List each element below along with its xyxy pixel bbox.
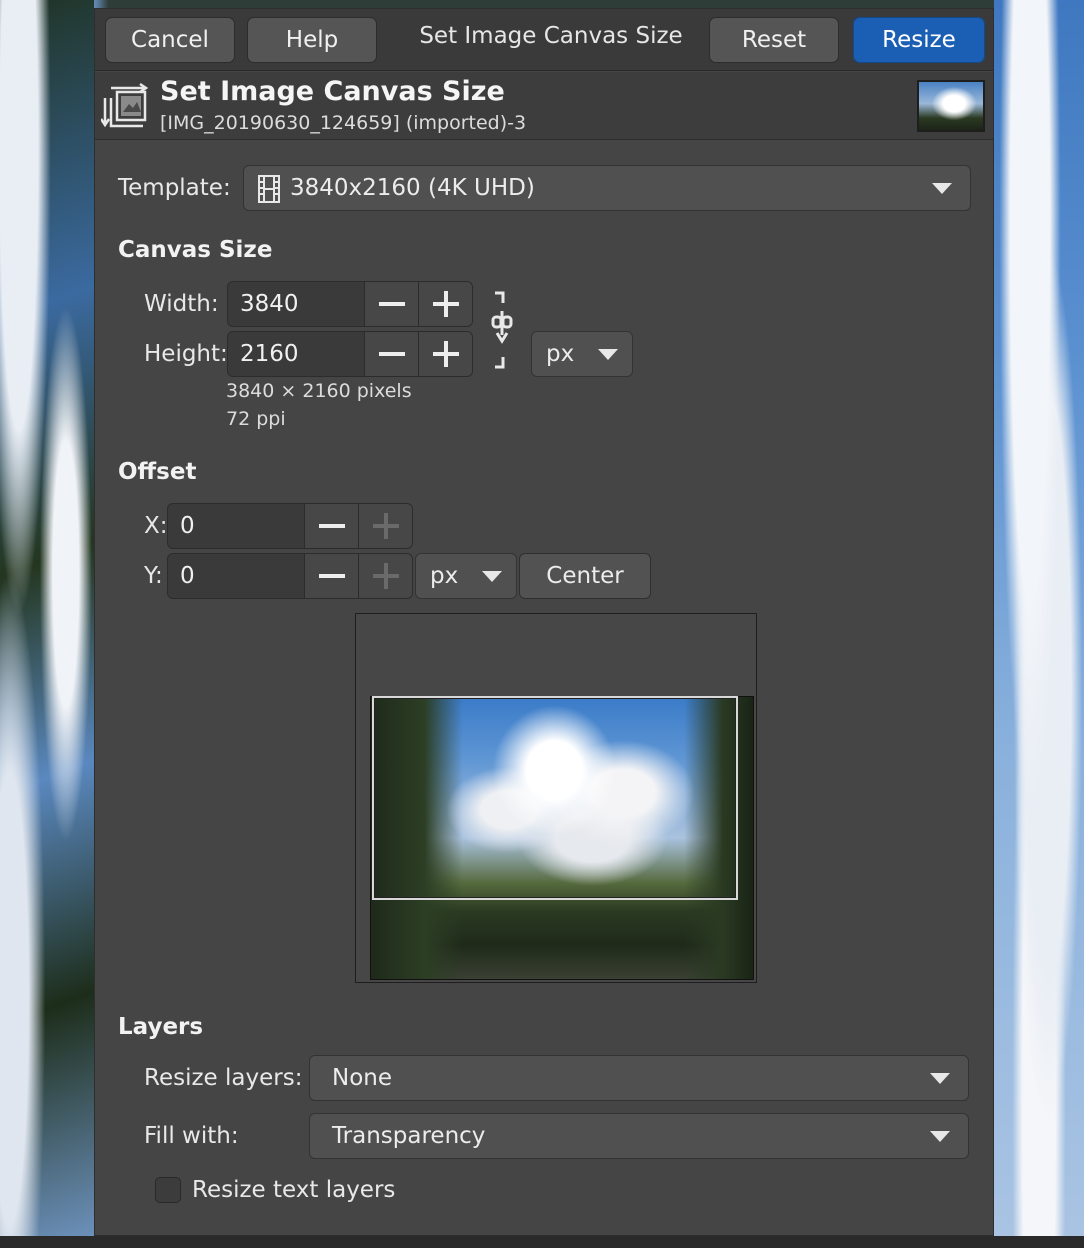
width-input[interactable]: 3840 [228,282,364,326]
dialog-header-bar: Cancel Help Set Image Canvas Size Reset … [95,9,993,71]
template-combo[interactable]: 3840x2160 (4K UHD) [243,165,971,211]
desktop-background-right [994,0,1084,1248]
canvas-unit-value: px [546,341,575,367]
fill-with-label: Fill with: [144,1123,239,1149]
canvas-unit-combo[interactable]: px [531,331,633,377]
offset-x-label: X: [144,513,168,539]
offset-x-spinner: 0 [167,503,413,549]
height-increase-button[interactable] [418,332,472,376]
offset-y-decrease-button[interactable] [304,554,358,598]
chevron-down-icon [930,1131,950,1142]
help-button[interactable]: Help [247,17,377,63]
image-name: [IMG_20190630_124659] (imported)-3 [160,112,527,134]
image-thumbnail [917,80,985,132]
offset-unit-value: px [430,563,459,589]
offset-y-label: Y: [144,563,163,589]
template-label: Template: [118,175,231,201]
chevron-down-icon [598,349,618,360]
chevron-down-icon [930,1073,950,1084]
film-icon [258,175,280,203]
resize-text-layers-label[interactable]: Resize text layers [192,1177,395,1203]
dialog-info-row: Set Image Canvas Size [IMG_20190630_1246… [95,72,993,140]
pixels-info: 3840 × 2160 pixels [226,380,412,402]
dialog-heading: Set Image Canvas Size [160,76,505,107]
width-label: Width: [144,291,219,317]
offset-x-increase-button[interactable] [358,504,412,548]
chain-link-icon[interactable] [489,289,515,371]
width-spinner: 3840 [227,281,473,327]
fill-with-combo[interactable]: Transparency [309,1113,969,1159]
cancel-button[interactable]: Cancel [105,17,235,63]
height-input[interactable]: 2160 [228,332,364,376]
height-decrease-button[interactable] [364,332,418,376]
offset-y-input[interactable]: 0 [168,554,304,598]
offset-x-decrease-button[interactable] [304,504,358,548]
desktop-bottom-bar [0,1236,1084,1248]
height-label: Height: [144,341,228,367]
resize-button[interactable]: Resize [853,17,985,63]
fill-with-value: Transparency [332,1123,486,1149]
window-title: Set Image Canvas Size [419,23,683,49]
offset-y-spinner: 0 [167,553,413,599]
desktop-background-left [0,0,94,1248]
chevron-down-icon [932,183,952,194]
offset-preview[interactable] [355,613,757,983]
resize-layers-value: None [332,1065,393,1091]
layers-heading: Layers [118,1014,204,1040]
canvas-size-heading: Canvas Size [118,237,273,263]
offset-unit-combo[interactable]: px [415,553,517,599]
canvas-size-dialog: Cancel Help Set Image Canvas Size Reset … [94,8,994,1236]
center-button[interactable]: Center [519,553,651,599]
resize-text-layers-checkbox[interactable] [155,1177,181,1203]
reset-button[interactable]: Reset [709,17,839,63]
width-decrease-button[interactable] [364,282,418,326]
ppi-info: 72 ppi [226,408,286,430]
height-spinner: 2160 [227,331,473,377]
offset-y-increase-button[interactable] [358,554,412,598]
width-increase-button[interactable] [418,282,472,326]
resize-layers-combo[interactable]: None [309,1055,969,1101]
resize-layers-label: Resize layers: [144,1065,303,1091]
offset-x-input[interactable]: 0 [168,504,304,548]
chevron-down-icon [482,571,502,582]
canvas-boundary [372,696,738,900]
template-value: 3840x2160 (4K UHD) [290,175,535,201]
canvas-size-icon [101,82,149,128]
offset-heading: Offset [118,459,197,485]
